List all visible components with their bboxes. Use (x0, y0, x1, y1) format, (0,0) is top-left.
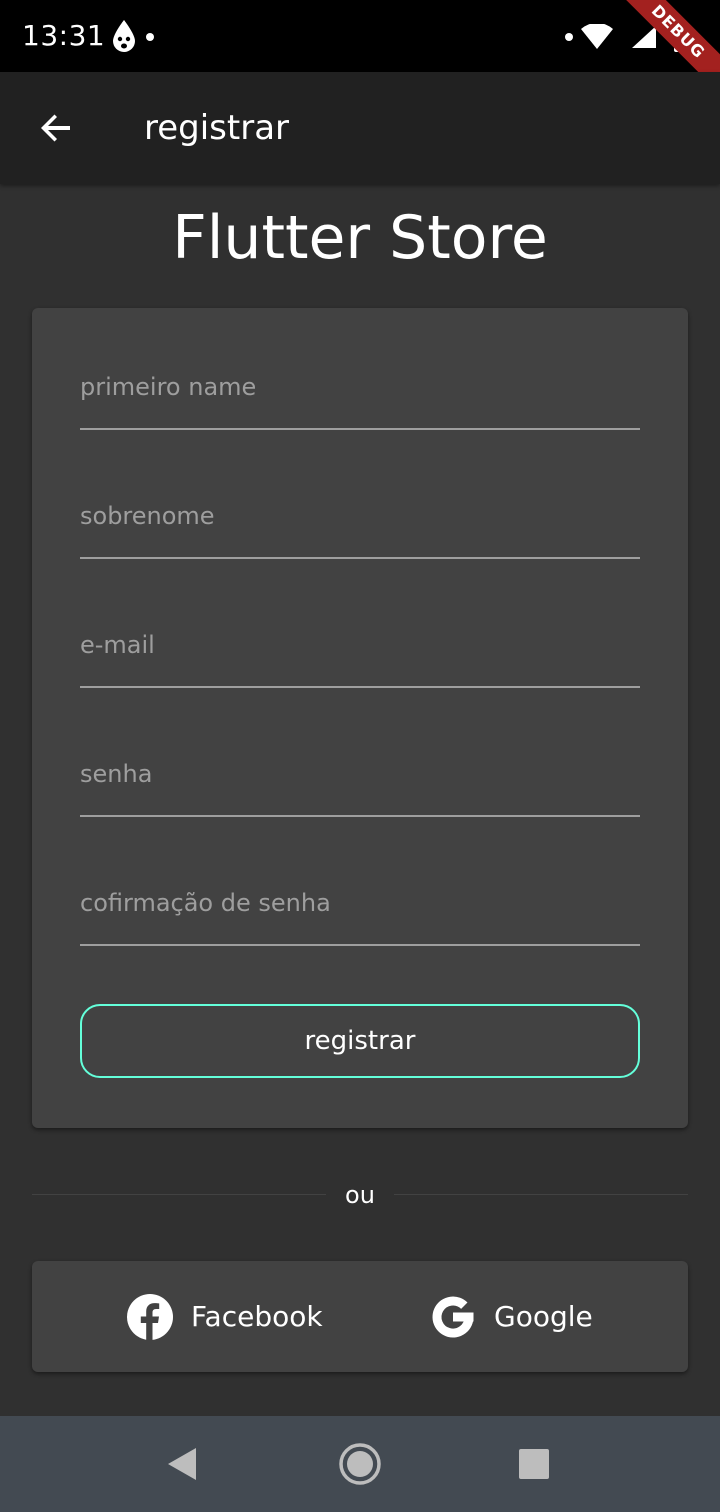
last-name-field[interactable]: sobrenome (80, 487, 640, 559)
page-title: Flutter Store (172, 203, 548, 273)
nav-home-icon[interactable] (338, 1442, 382, 1486)
divider-line-right (394, 1194, 688, 1195)
email-field[interactable]: e-mail (80, 616, 640, 688)
notification-dot-icon (146, 33, 154, 41)
first-name-field[interactable]: primeiro name (80, 358, 640, 430)
social-login-card: Facebook Google (32, 1261, 688, 1372)
last-name-placeholder: sobrenome (80, 502, 215, 530)
confirm-password-placeholder: cofirmação de senha (80, 889, 331, 917)
register-button[interactable]: registrar (80, 1004, 640, 1078)
facebook-button[interactable]: Facebook (112, 1261, 342, 1372)
divider-text: ou (345, 1181, 375, 1209)
register-form-card: primeiro name sobrenome e-mail senha cof… (32, 308, 688, 1128)
register-screen: 13:31 DEBUG registrar Flutter Store prim… (0, 0, 720, 1512)
google-button[interactable]: Google (416, 1261, 616, 1372)
app-bar: registrar (0, 72, 720, 184)
password-placeholder: senha (80, 760, 153, 788)
arrow-left-icon[interactable] (36, 108, 76, 148)
facebook-label: Facebook (191, 1300, 323, 1333)
google-label: Google (494, 1300, 593, 1333)
nav-recents-icon[interactable] (512, 1442, 556, 1486)
app-bar-title: registrar (144, 108, 290, 148)
confirm-password-field[interactable]: cofirmação de senha (80, 874, 640, 946)
nav-back-icon[interactable] (160, 1442, 204, 1486)
divider-line-left (32, 1194, 326, 1195)
first-name-placeholder: primeiro name (80, 373, 257, 401)
notification-dot-icon (565, 33, 573, 41)
password-field[interactable]: senha (80, 745, 640, 817)
facebook-icon (127, 1294, 173, 1340)
system-navigation-bar (0, 1416, 720, 1512)
google-icon (432, 1296, 474, 1338)
status-bar: 13:31 DEBUG (0, 0, 720, 113)
register-button-label: registrar (304, 1026, 416, 1056)
email-placeholder: e-mail (80, 631, 155, 659)
status-time: 13:31 (22, 19, 106, 52)
drop-icon (113, 20, 135, 52)
wifi-icon (581, 24, 613, 49)
